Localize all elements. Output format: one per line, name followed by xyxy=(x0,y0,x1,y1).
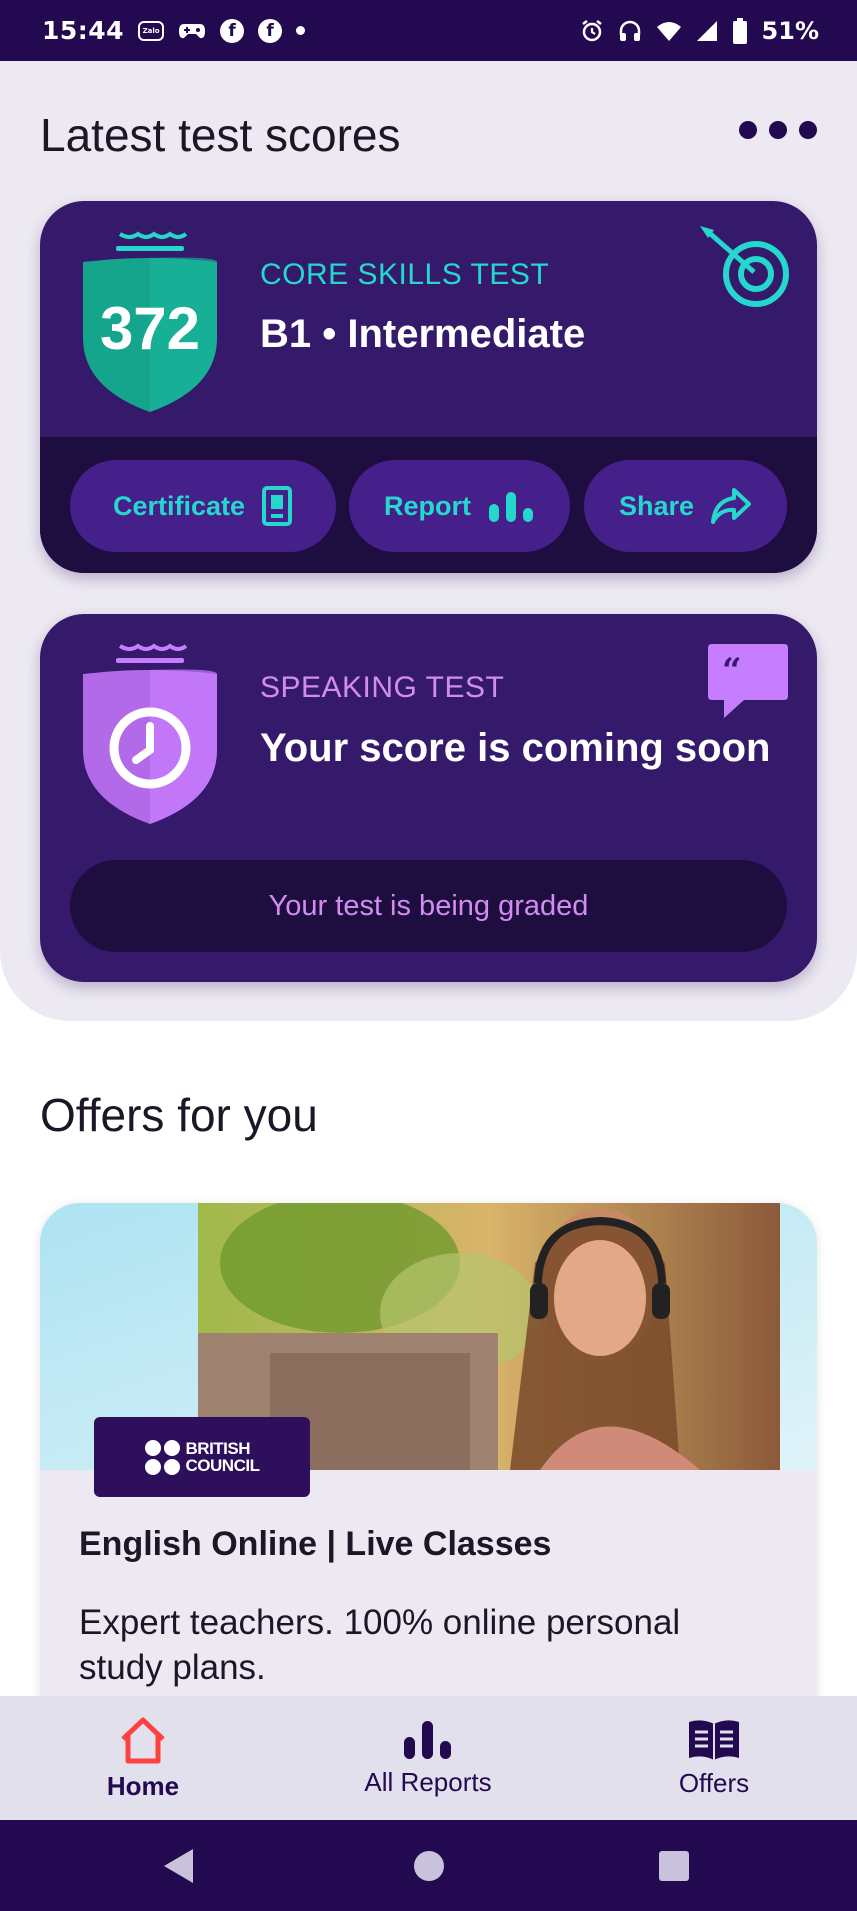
cellular-signal-icon xyxy=(696,20,718,42)
nav-all-reports[interactable]: All Reports xyxy=(318,1696,538,1820)
share-button[interactable]: Share xyxy=(584,460,787,552)
nav-home-label: Home xyxy=(106,1770,180,1801)
offer-card[interactable]: BRITISH COUNCIL English Online | Live Cl… xyxy=(40,1203,817,1723)
status-left: 15:44 Zalo f f xyxy=(42,16,306,45)
alarm-icon xyxy=(580,19,604,43)
core-test-kind: CORE SKILLS TEST xyxy=(260,258,550,291)
offer-title: English Online | Live Classes xyxy=(79,1525,552,1563)
share-arrow-icon xyxy=(710,487,752,525)
nav-home[interactable]: Home xyxy=(33,1696,253,1820)
bottom-navigation: Home All Reports Offers xyxy=(0,1696,857,1820)
core-test-level: B1 • Intermediate xyxy=(260,312,586,356)
book-icon xyxy=(686,1718,742,1762)
dot-icon xyxy=(739,121,757,139)
share-label: Share xyxy=(618,490,695,521)
back-triangle-icon xyxy=(164,1848,193,1883)
home-system-button[interactable] xyxy=(369,1820,489,1911)
nav-offers[interactable]: Offers xyxy=(604,1696,824,1820)
zalo-icon: Zalo xyxy=(138,20,165,41)
wifi-icon xyxy=(656,20,682,42)
notification-dot-icon xyxy=(296,26,306,35)
logo-text: BRITISH COUNCIL xyxy=(185,1439,260,1475)
certificate-icon xyxy=(261,485,293,527)
home-circle-icon xyxy=(414,1850,444,1881)
latest-scores-title: Latest test scores xyxy=(40,109,401,161)
bar-chart-icon xyxy=(402,1719,454,1761)
british-council-logo: BRITISH COUNCIL xyxy=(94,1417,310,1497)
pending-shield-icon xyxy=(80,640,220,826)
bar-chart-icon xyxy=(487,490,535,522)
svg-text:“: “ xyxy=(722,651,742,691)
speaking-test-kind: SPEAKING TEST xyxy=(260,671,505,704)
status-time: 15:44 xyxy=(42,16,125,45)
headphones-icon xyxy=(618,19,642,43)
quote-bubble-icon: “ xyxy=(708,644,788,720)
back-button[interactable] xyxy=(118,1820,238,1911)
dot-icon xyxy=(799,121,817,139)
battery-icon xyxy=(732,17,748,44)
game-controller-icon xyxy=(178,21,206,41)
recents-button[interactable] xyxy=(614,1820,734,1911)
nav-all-reports-label: All Reports xyxy=(364,1766,492,1797)
target-icon xyxy=(698,226,792,310)
system-navigation-bar xyxy=(0,1820,857,1911)
battery-percentage: 51% xyxy=(761,16,819,45)
facebook-icon: f xyxy=(220,18,245,43)
report-button[interactable]: Report xyxy=(349,460,570,552)
logo-dots-icon xyxy=(144,1439,180,1475)
status-right: 51% xyxy=(580,17,819,45)
report-label: Report xyxy=(384,490,471,521)
nav-offers-label: Offers xyxy=(678,1767,750,1798)
home-icon xyxy=(118,1715,168,1765)
facebook-icon: f xyxy=(258,18,283,43)
core-score: 372 xyxy=(99,295,201,362)
recents-square-icon xyxy=(659,1850,689,1881)
more-options-button[interactable] xyxy=(739,121,817,139)
dot-icon xyxy=(769,121,787,139)
grading-status: Your test is being graded xyxy=(70,860,787,952)
score-shield-icon: 372 xyxy=(80,228,220,414)
speaking-headline: Your score is coming soon xyxy=(260,726,771,770)
app-screen: 15:44 Zalo f f 51% Latest test scores 37… xyxy=(0,0,857,1911)
offers-title: Offers for you xyxy=(40,1089,318,1141)
certificate-button[interactable]: Certificate xyxy=(70,460,336,552)
status-bar: 15:44 Zalo f f 51% xyxy=(0,0,857,61)
certificate-label: Certificate xyxy=(112,490,246,521)
offer-description: Expert teachers. 100% online personal st… xyxy=(79,1603,681,1687)
